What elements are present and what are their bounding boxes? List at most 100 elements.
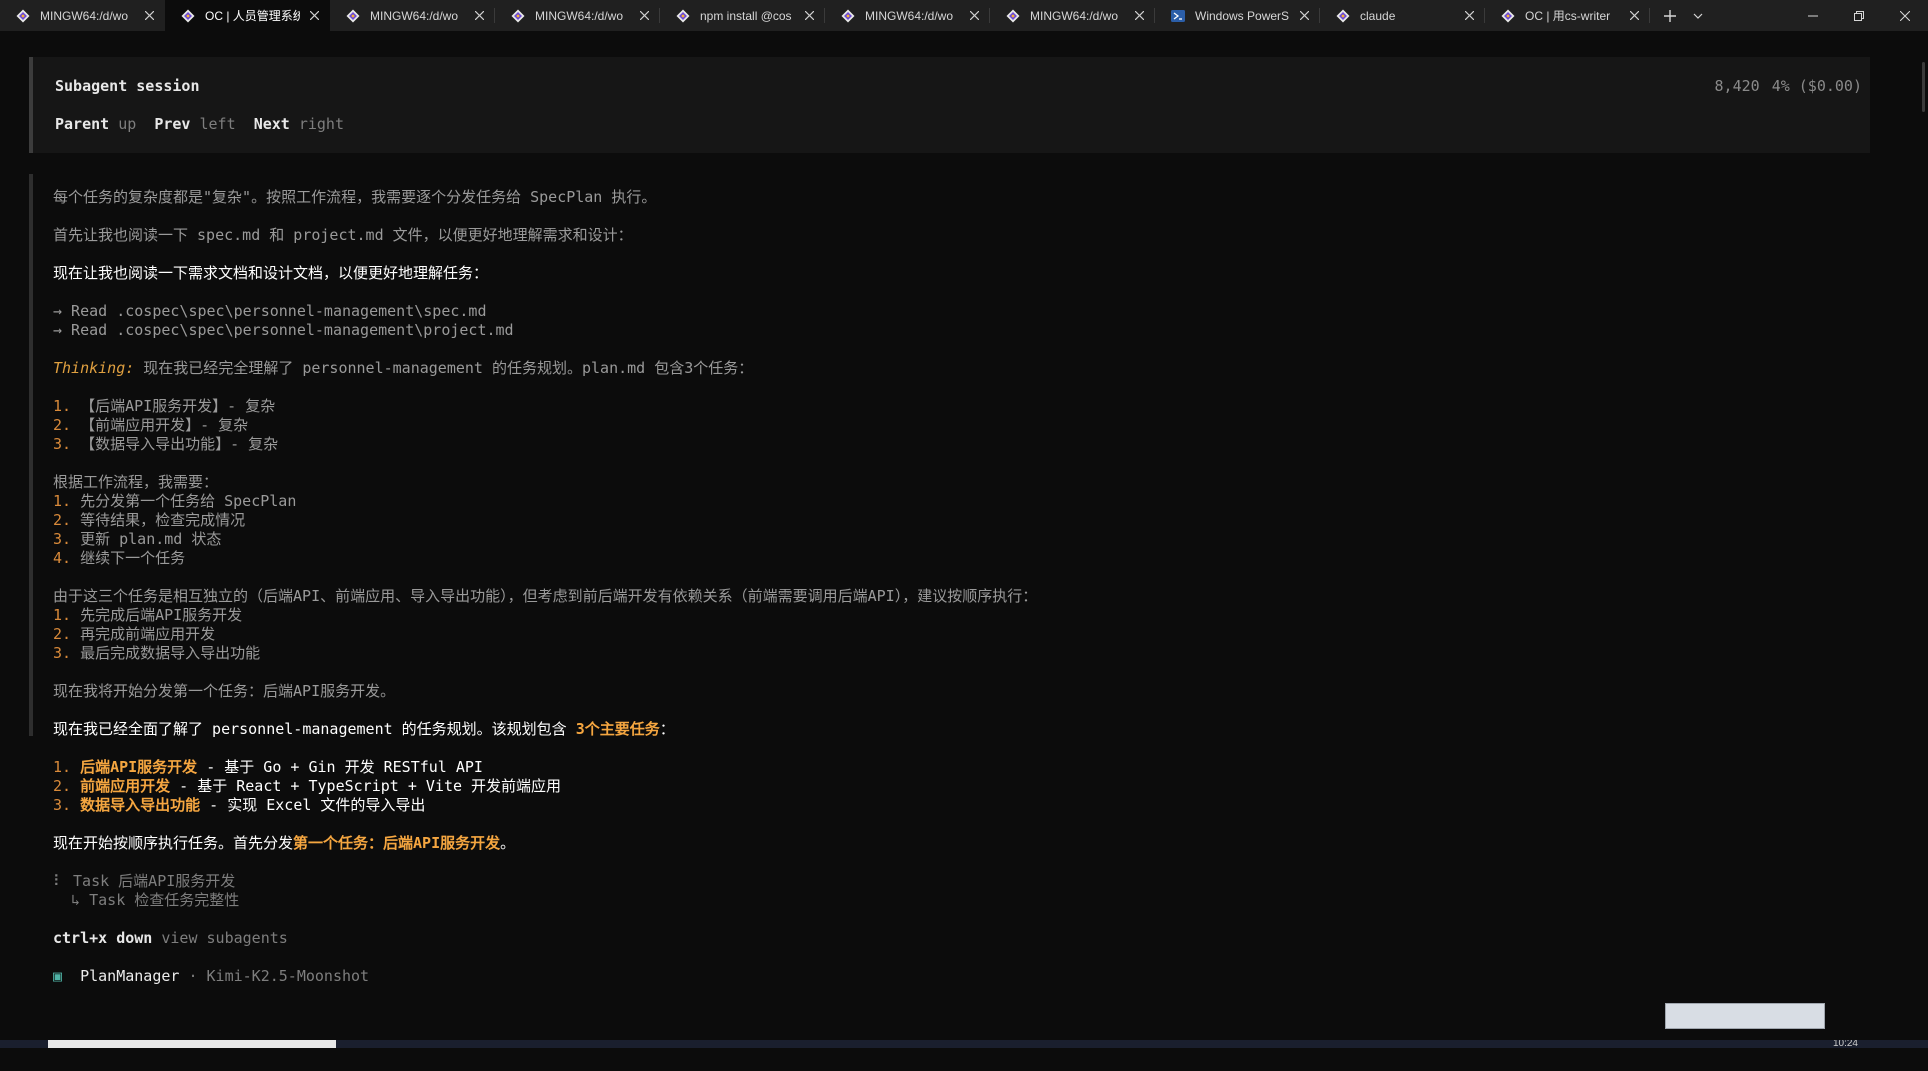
message-line: 每个任务的复杂度都是"复杂"。按照工作流程，我需要逐个分发任务给 SpecPla… [53, 188, 657, 206]
close-window-button[interactable] [1882, 0, 1928, 31]
tab-3[interactable]: MINGW64:/d/wo [495, 0, 660, 31]
git-bash-icon [841, 9, 855, 23]
list-text: 先分发第一个任务给 SpecPlan [71, 492, 297, 510]
tab-close-button[interactable] [966, 8, 982, 24]
summary-tail: ： [659, 720, 675, 738]
agent-name: PlanManager [80, 967, 180, 985]
tab-close-button[interactable] [1296, 8, 1312, 24]
summary-line: 现在我已经全面了解了 personnel-management 的任务规划。该规… [53, 720, 1888, 739]
dispatch-tail: 。 [500, 834, 516, 852]
list-text: - 基于 Go + Gin 开发 RESTful API [197, 758, 483, 776]
tab-1[interactable]: OC | 人员管理系统 [165, 0, 330, 31]
powershell-icon [1171, 9, 1185, 23]
summary-highlight: 3个主要任务 [575, 720, 660, 738]
minimize-button[interactable] [1790, 0, 1836, 31]
list-item: 2. 前端应用开发 - 基于 React + TypeScript + Vite… [53, 777, 1888, 796]
git-bash-icon [676, 9, 690, 23]
main-task-list: 1. 后端API服务开发 - 基于 Go + Gin 开发 RESTful AP… [53, 758, 1888, 815]
git-bash-icon [1336, 9, 1350, 23]
tab-actions [1650, 0, 1712, 31]
list-item: 2. 等待结果，检查完成情况 [53, 511, 1888, 530]
list-text: 更新 plan.md 状态 [71, 530, 222, 548]
tab-7[interactable]: Windows PowerS [1155, 0, 1320, 31]
tab-2[interactable]: MINGW64:/d/wo [330, 0, 495, 31]
message-line: 现在让我也阅读一下需求文档和设计文档，以便更好地理解任务： [53, 264, 489, 282]
git-bash-icon [16, 9, 30, 23]
list-number: 3. [53, 644, 72, 662]
session-nav: Parent up Prev left Next right [55, 115, 344, 133]
scroll-thumb[interactable] [1922, 62, 1925, 112]
tab-4[interactable]: npm install @cos [660, 0, 825, 31]
tab-close-button[interactable] [306, 8, 322, 24]
tab-close-button[interactable] [1131, 8, 1147, 24]
tab-title: npm install @cos [700, 8, 792, 23]
close-icon [1299, 11, 1309, 20]
list-number: 2. [53, 511, 72, 529]
close-icon [639, 11, 649, 20]
tab-close-button[interactable] [636, 8, 652, 24]
flow-list: 1. 先分发第一个任务给 SpecPlan 2. 等待结果，检查完成情况 3. 更新… [53, 492, 1888, 568]
list-text: 继续下一个任务 [71, 549, 186, 567]
list-item: 1. 先完成后端API服务开发 [53, 606, 1888, 625]
list-text: 最后完成数据导入导出功能 [71, 644, 261, 662]
nav-prev-key[interactable]: Prev [154, 115, 190, 133]
thinking-block-bar [29, 174, 33, 736]
window-controls [1790, 0, 1928, 31]
close-icon [1900, 10, 1910, 21]
tab-5[interactable]: MINGW64:/d/wo [825, 0, 990, 31]
list-item: 3. 更新 plan.md 状态 [53, 530, 1888, 549]
dispatch-highlight: 第一个任务：后端API服务开发 [293, 834, 501, 852]
tab-title: claude [1360, 8, 1396, 23]
tab-close-button[interactable] [471, 8, 487, 24]
tab-0[interactable]: MINGW64:/d/wo [0, 0, 165, 31]
nav-parent-key[interactable]: Parent [55, 115, 109, 133]
list-text: 等待结果，检查完成情况 [71, 511, 246, 529]
tab-6[interactable]: MINGW64:/d/wo [990, 0, 1155, 31]
tab-close-button[interactable] [801, 8, 817, 24]
subtask-entry[interactable]: ↳ Task 检查任务完整性 [53, 891, 1888, 910]
list-text: - 基于 React + TypeScript + Vite 开发前端应用 [170, 777, 562, 795]
scrollbar[interactable] [1918, 62, 1928, 1071]
tab-dropdown-button[interactable] [1684, 0, 1712, 31]
nav-prev-hint: left [199, 115, 236, 133]
shortcut-desc: view subagents [152, 929, 288, 947]
tab-close-button[interactable] [1461, 8, 1477, 24]
list-highlight: 数据导入导出功能 [71, 796, 201, 814]
tab-title: MINGW64:/d/wo [1030, 8, 1119, 23]
taskbar-active-segment [48, 1040, 336, 1048]
tab-title: MINGW64:/d/wo [865, 8, 954, 23]
tab-close-button[interactable] [141, 8, 157, 24]
terminal-pane[interactable]: Subagent session 8,420 4% ($0.00) Parent … [0, 31, 1928, 1040]
list-number: 1. [53, 492, 72, 510]
nav-parent-hint: up [118, 115, 137, 133]
new-tab-button[interactable] [1656, 0, 1684, 31]
tab-9[interactable]: OC | 用cs-writer [1485, 0, 1650, 31]
agent-model: Kimi-K2.5-Moonshot [206, 967, 370, 985]
list-item: 1. 【后端API服务开发】- 复杂 [53, 397, 1888, 416]
task-entry[interactable]: ⠇ Task 后端API服务开发 [53, 872, 1888, 891]
task-list: 1. 【后端API服务开发】- 复杂 2. 【前端应用开发】- 复杂 3. 【数据导… [53, 397, 1888, 454]
thinking-label: Thinking: [53, 359, 135, 377]
list-text: 【后端API服务开发】- 复杂 [71, 397, 276, 415]
tool-read-line: → Read .cospec\spec\personnel-management… [53, 302, 487, 320]
tab-close-button[interactable] [1626, 8, 1642, 24]
tool-read-line: → Read .cospec\spec\personnel-management… [53, 321, 514, 339]
order-intro: 由于这三个任务是相互独立的（后端API、前端应用、导入导出功能），但考虑到前后端… [53, 587, 1038, 605]
minimize-icon [1808, 15, 1818, 16]
tab-title: OC | 人员管理系统 [205, 9, 300, 23]
restore-button[interactable] [1836, 0, 1882, 31]
tab-8[interactable]: claude [1320, 0, 1485, 31]
list-highlight: 前端应用开发 [71, 777, 171, 795]
token-count: 8,420 [1714, 77, 1760, 95]
order-list: 1. 先完成后端API服务开发 2. 再完成前端应用开发 3. 最后完成数据导入导出… [53, 606, 1888, 663]
list-number: 3. [53, 796, 72, 814]
list-text: - 实现 Excel 文件的导入导出 [200, 796, 426, 814]
taskbar-clock: 10:24 [1832, 1040, 1858, 1048]
dispatch-line: 现在开始按顺序执行任务。首先分发第一个任务：后端API服务开发。 [53, 834, 1888, 853]
message-line: 首先让我也阅读一下 spec.md 和 project.md 文件，以便更好地理… [53, 226, 633, 244]
agent-sep: · [179, 967, 207, 985]
tab-title: OC | 用cs-writer [1525, 9, 1611, 23]
nav-next-hint: right [298, 115, 344, 133]
tab-title: MINGW64:/d/wo [535, 8, 624, 23]
nav-next-key[interactable]: Next [254, 115, 290, 133]
